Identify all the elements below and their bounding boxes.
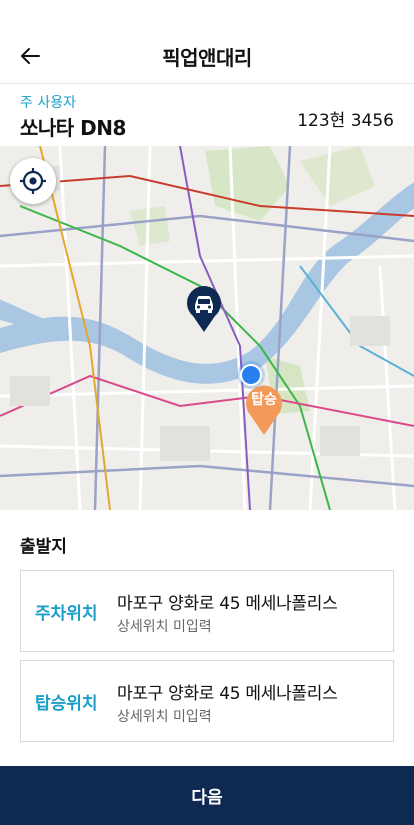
boarding-location-card[interactable]: 탑승위치 마포구 양화로 45 메세나폴리스 상세위치 미입력	[20, 660, 394, 742]
parking-location-detail: 상세위치 미입력	[117, 619, 212, 635]
pickup-marker[interactable]: 탑승	[244, 382, 284, 436]
car-marker[interactable]	[185, 283, 223, 333]
next-button[interactable]: 다음	[0, 766, 414, 825]
parking-location-kind: 주차위치	[35, 604, 98, 624]
boarding-location-detail: 상세위치 미입력	[117, 709, 212, 725]
boarding-location-kind: 탑승위치	[35, 694, 98, 714]
user-role-label: 주 사용자	[20, 95, 76, 111]
map-view[interactable]: 탑승	[0, 146, 414, 510]
parking-location-address: 마포구 양화로 45 메세나폴리스	[117, 594, 338, 614]
vehicle-info: 주 사용자 쏘나타 DN8 123현 3456	[0, 84, 414, 146]
pickup-marker-label: 탑승	[251, 392, 277, 408]
crosshair-icon	[20, 168, 46, 194]
parking-location-card[interactable]: 주차위치 마포구 양화로 45 메세나폴리스 상세위치 미입력	[20, 570, 394, 652]
page-title: 픽업앤대리	[162, 46, 252, 70]
departure-label: 출발지	[20, 537, 67, 557]
my-location-button[interactable]	[10, 158, 56, 204]
app-header: 픽업앤대리	[0, 0, 414, 84]
license-plate: 123현 3456	[297, 111, 394, 131]
vehicle-model: 쏘나타 DN8	[20, 116, 126, 140]
boarding-location-address: 마포구 양화로 45 메세나폴리스	[117, 684, 338, 704]
